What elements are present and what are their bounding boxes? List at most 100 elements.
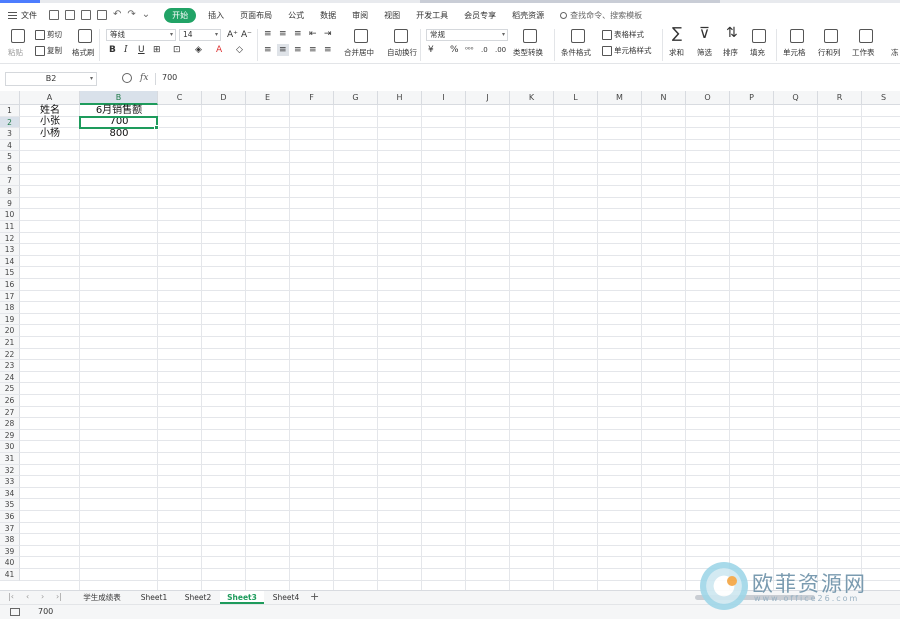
align-middle-icon[interactable]: ≡ <box>279 28 287 40</box>
clear-format-icon[interactable]: ◇ <box>236 44 243 56</box>
align-right-icon[interactable]: ≡ <box>294 44 302 56</box>
next-sheet-icon[interactable]: › <box>41 592 44 601</box>
status-mode-icon[interactable] <box>10 608 20 616</box>
tab-member[interactable]: 会员专享 <box>464 10 496 21</box>
row-header-3[interactable]: 3 <box>0 128 20 140</box>
row-header-29[interactable]: 29 <box>0 429 20 442</box>
fx-icon[interactable]: fx <box>140 73 148 83</box>
indent-increase-icon[interactable]: ⇥ <box>324 28 332 40</box>
sum-icon[interactable]: ∑ <box>672 26 682 41</box>
select-all-corner[interactable] <box>0 91 20 105</box>
first-sheet-icon[interactable]: |‹ <box>8 592 14 601</box>
row-header-16[interactable]: 16 <box>0 279 20 291</box>
sheet-tab-1[interactable]: Sheet1 <box>132 591 176 604</box>
row-header-4[interactable]: 4 <box>0 139 20 152</box>
column-header-n[interactable]: N <box>642 91 686 105</box>
row-header-35[interactable]: 35 <box>0 499 20 511</box>
cell-label[interactable]: 单元格 <box>783 47 806 58</box>
column-header-i[interactable]: I <box>422 91 466 105</box>
type-convert-icon[interactable] <box>523 29 537 43</box>
increase-decimal-icon[interactable]: .0 <box>481 44 488 56</box>
worksheet-label[interactable]: 工作表 <box>852 47 875 58</box>
column-header-j[interactable]: J <box>466 91 510 105</box>
row-header-19[interactable]: 19 <box>0 313 20 326</box>
row-header-39[interactable]: 39 <box>0 545 20 558</box>
row-header-5[interactable]: 5 <box>0 151 20 163</box>
column-header-o[interactable]: O <box>686 91 730 105</box>
row-header-21[interactable]: 21 <box>0 337 20 349</box>
font-color-icon[interactable]: A <box>216 44 222 56</box>
copy-button[interactable]: 复制 <box>35 45 62 56</box>
decrease-font-icon[interactable]: A⁻ <box>241 29 252 41</box>
command-search[interactable]: 查找命令、搜索模板 <box>560 10 642 21</box>
print-icon[interactable] <box>81 10 91 20</box>
save-icon[interactable] <box>49 10 59 20</box>
tab-view[interactable]: 视图 <box>384 10 400 21</box>
bold-icon[interactable]: B <box>109 44 116 56</box>
type-convert-label[interactable]: 类型转换 <box>513 47 543 58</box>
add-sheet-icon[interactable]: + <box>310 590 319 603</box>
redo-icon[interactable]: ↷ <box>127 10 135 20</box>
paste-label[interactable]: 粘贴 <box>8 47 23 58</box>
row-header-27[interactable]: 27 <box>0 406 20 419</box>
freeze-label[interactable]: 冻 <box>891 47 899 58</box>
align-center-icon[interactable]: ≡ <box>277 44 289 56</box>
paste-icon[interactable] <box>11 29 25 43</box>
column-header-p[interactable]: P <box>730 91 774 105</box>
conditional-format-icon[interactable] <box>571 29 585 43</box>
tab-page-layout[interactable]: 页面布局 <box>240 10 272 21</box>
column-header-s[interactable]: S <box>862 91 900 105</box>
row-header-8[interactable]: 8 <box>0 186 20 198</box>
row-header-17[interactable]: 17 <box>0 290 20 303</box>
column-header-g[interactable]: G <box>334 91 378 105</box>
row-header-2[interactable]: 2 <box>0 116 20 129</box>
row-header-6[interactable]: 6 <box>0 163 20 175</box>
italic-icon[interactable]: I <box>124 44 128 56</box>
align-left-icon[interactable]: ≡ <box>264 44 272 56</box>
tab-data[interactable]: 数据 <box>320 10 336 21</box>
row-header-38[interactable]: 38 <box>0 534 20 546</box>
row-header-36[interactable]: 36 <box>0 511 20 523</box>
zoom-icon[interactable] <box>122 73 132 83</box>
row-header-25[interactable]: 25 <box>0 383 20 395</box>
merge-center-icon[interactable] <box>354 29 368 43</box>
format-painter-label[interactable]: 格式刷 <box>72 47 95 58</box>
undo-icon[interactable]: ↶ <box>113 10 121 20</box>
export-pdf-icon[interactable] <box>65 10 75 20</box>
filter-icon[interactable]: ⊽ <box>699 26 710 41</box>
row-header-14[interactable]: 14 <box>0 255 20 268</box>
row-header-1[interactable]: 1 <box>0 105 20 117</box>
row-header-28[interactable]: 28 <box>0 418 20 430</box>
align-bottom-icon[interactable]: ≡ <box>294 28 302 40</box>
column-header-l[interactable]: L <box>554 91 598 105</box>
fill-color-icon[interactable]: ◈ <box>195 44 202 56</box>
currency-icon[interactable]: ¥ <box>428 44 434 56</box>
row-header-41[interactable]: 41 <box>0 569 20 581</box>
thousands-icon[interactable]: ⁰⁰⁰ <box>465 44 473 56</box>
cell-icon[interactable] <box>790 29 804 43</box>
column-header-k[interactable]: K <box>510 91 554 105</box>
wrap-text-icon[interactable] <box>394 29 408 43</box>
merge-center-label[interactable]: 合并居中 <box>344 47 374 58</box>
tab-docer-resources[interactable]: 稻壳资源 <box>512 10 544 21</box>
row-header-12[interactable]: 12 <box>0 232 20 245</box>
filter-label[interactable]: 筛选 <box>697 47 712 58</box>
column-header-e[interactable]: E <box>246 91 290 105</box>
prev-sheet-icon[interactable]: ‹ <box>26 592 29 601</box>
column-header-d[interactable]: D <box>202 91 246 105</box>
row-header-13[interactable]: 13 <box>0 244 20 256</box>
sum-label[interactable]: 求和 <box>669 47 684 58</box>
cell-style-button[interactable]: 单元格样式 <box>602 45 652 56</box>
underline-icon[interactable]: U <box>138 44 145 56</box>
row-header-18[interactable]: 18 <box>0 302 20 314</box>
last-sheet-icon[interactable]: ›| <box>56 592 62 601</box>
font-name-select[interactable]: 等线 ▾ <box>106 29 176 41</box>
active-cell-selection[interactable] <box>79 115 159 131</box>
row-header-15[interactable]: 15 <box>0 267 20 279</box>
row-header-20[interactable]: 20 <box>0 325 20 337</box>
conditional-format-label[interactable]: 条件格式 <box>561 47 591 58</box>
row-header-33[interactable]: 33 <box>0 476 20 488</box>
formula-input[interactable]: 700 <box>162 73 177 82</box>
fill-handle[interactable] <box>154 125 159 131</box>
print-preview-icon[interactable] <box>97 10 107 20</box>
